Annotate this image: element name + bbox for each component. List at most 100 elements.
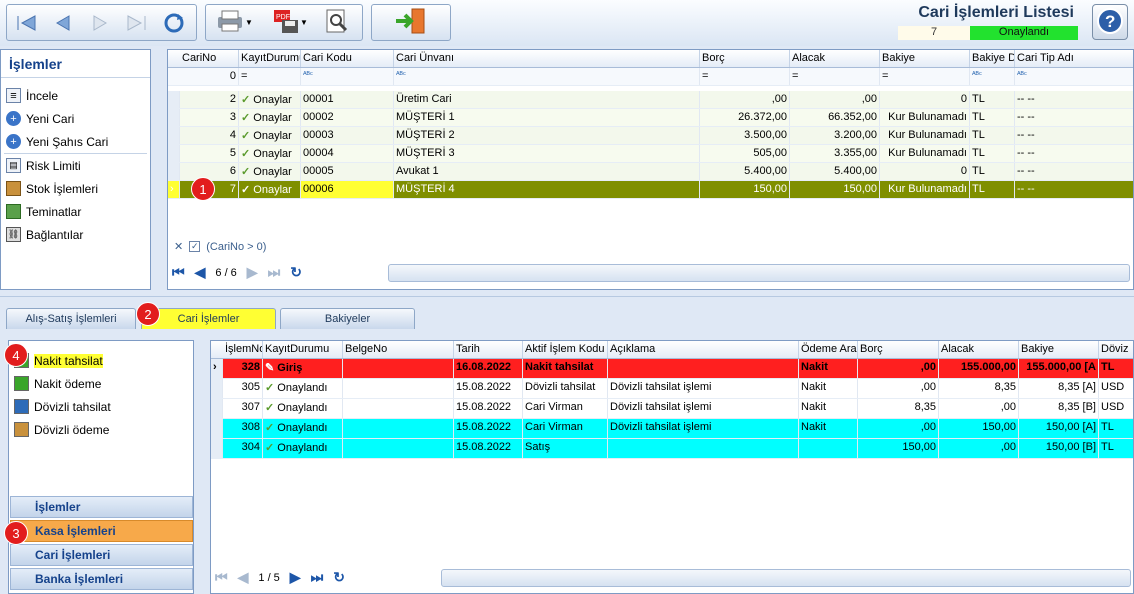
row-indicator[interactable] [211, 379, 223, 398]
filter-bakiye[interactable]: = [880, 68, 970, 85]
filter-row[interactable]: 0 = ᴬᴮᶜ ᴬᴮᶜ = = = ᴬᴮᶜ ᴬᴮᶜ [168, 68, 1133, 86]
menu-item-yeni-sahis-cari[interactable]: + Yeni Şahıs Cari [1, 130, 150, 153]
close-icon[interactable]: ✕ [174, 240, 183, 253]
horizontal-scrollbar[interactable] [388, 264, 1130, 282]
pdf-save-button[interactable]: PDF ▼ [262, 5, 318, 40]
tab-bakiyeler[interactable]: Bakiyeler [280, 308, 415, 329]
row-indicator[interactable]: › [168, 181, 180, 198]
col-header-kayitdurumu[interactable]: KayıtDurumu [263, 341, 343, 358]
section-3[interactable]: Banka İşlemleri [10, 568, 193, 590]
table-row[interactable]: 5 ✓ Onaylar 00004 MÜŞTERİ 3 505,00 3.355,00 Ku… [168, 145, 1133, 163]
filter-abc-icon[interactable]: ᴬᴮᶜ [970, 68, 1015, 85]
table-row[interactable]: › 328 ✎ Giriş 16.08.2022 Nakit tahsilat Nakit… [211, 359, 1133, 379]
col-header-tarih[interactable]: Tarih [454, 341, 523, 358]
table-row[interactable]: 4 ✓ Onaylar 00003 MÜŞTERİ 2 3.500,00 3.200,00… [168, 127, 1133, 145]
row-indicator[interactable] [211, 439, 223, 458]
col-header-borc[interactable]: Borç [700, 50, 790, 67]
filter-abc-icon[interactable]: ᴬᴮᶜ [301, 68, 394, 85]
tab-cari-islemler[interactable]: Cari İşlemler [141, 308, 276, 329]
cell-tarih: 15.08.2022 [454, 439, 523, 458]
filter-carino[interactable]: 0 [180, 68, 239, 85]
row-indicator[interactable] [168, 91, 180, 108]
col-header-aciklama[interactable]: Açıklama [608, 341, 799, 358]
table-row[interactable]: › 7 ✓ Onaylar 00006 MÜŞTERİ 4 150,00 150,00 Kur… [168, 181, 1133, 199]
cell-alacak: 3.200,00 [790, 127, 880, 144]
exit-button[interactable] [371, 4, 451, 41]
row-indicator[interactable] [168, 163, 180, 180]
next-page-button[interactable]: ▶ [290, 569, 301, 586]
col-header-alacak[interactable]: Alacak [790, 50, 880, 67]
print-button[interactable]: ▼ [206, 5, 262, 40]
col-header-belgeno[interactable]: BelgeNo [343, 341, 454, 358]
col-header-aktif-islem-kodu[interactable]: Aktif İşlem Kodu [523, 341, 608, 358]
col-header-bakiye-doviz[interactable]: Bakiye D [970, 50, 1015, 67]
first-page-button[interactable]: ⏮ [172, 264, 185, 281]
action-fx-out[interactable]: Dövizli ödeme [9, 418, 193, 441]
next-record-button[interactable] [81, 5, 118, 40]
row-indicator[interactable] [211, 399, 223, 418]
filter-abc-icon[interactable]: ᴬᴮᶜ [394, 68, 700, 85]
prev-page-button[interactable]: ◀ [238, 569, 249, 586]
col-header-bakiye[interactable]: Bakiye [880, 50, 970, 67]
last-page-button[interactable]: ⏭ [268, 264, 281, 281]
last-page-button[interactable]: ⏭ [311, 569, 324, 586]
filter-alacak[interactable]: = [790, 68, 880, 85]
refresh-page-icon[interactable]: ↻ [290, 264, 302, 281]
table-row[interactable]: 307 ✓ Onaylandı 15.08.2022 Cari Virman Döviz… [211, 399, 1133, 419]
search-doc-button[interactable] [318, 5, 355, 40]
col-header-bakiye[interactable]: Bakiye [1019, 341, 1099, 358]
filter-abc-icon[interactable]: ᴬᴮᶜ [1015, 68, 1133, 85]
row-indicator[interactable]: › [211, 359, 223, 378]
menu-item-incele[interactable]: ≡ İncele [1, 84, 150, 107]
cell-name: MÜŞTERİ 3 [394, 145, 700, 162]
tab-alis-satis[interactable]: Alış-Satış İşlemleri [6, 308, 136, 329]
last-record-button[interactable] [118, 5, 155, 40]
col-header-cari-kodu[interactable]: Cari Kodu [301, 50, 394, 67]
row-indicator[interactable] [168, 145, 180, 162]
row-indicator[interactable] [168, 109, 180, 126]
col-header-cari-tip[interactable]: Cari Tip Adı [1015, 50, 1133, 67]
cell-kod: Cari Virman [523, 399, 608, 418]
menu-item-yeni-cari[interactable]: + Yeni Cari [1, 107, 150, 130]
col-header-borc[interactable]: Borç [858, 341, 939, 358]
table-row[interactable]: 305 ✓ Onaylandı 15.08.2022 Dövizli tahsilat… [211, 379, 1133, 399]
help-button[interactable]: ? [1092, 4, 1128, 40]
section-0[interactable]: İşlemler [10, 496, 193, 518]
section-1[interactable]: Kasa İşlemleri [10, 520, 193, 542]
col-header-odeme-araci[interactable]: Ödeme Aracı [799, 341, 858, 358]
filter-borc[interactable]: = [700, 68, 790, 85]
filter-checkbox[interactable]: ✓ [189, 241, 201, 252]
table-row[interactable]: 308 ✓ Onaylandı 15.08.2022 Cari Virman Döviz… [211, 419, 1133, 439]
cell-name: MÜŞTERİ 1 [394, 109, 700, 126]
filter-kayit[interactable]: = [239, 68, 301, 85]
section-2[interactable]: Cari İşlemleri [10, 544, 193, 566]
action-cash-out[interactable]: Nakit ödeme [9, 372, 193, 395]
prev-record-button[interactable] [44, 5, 81, 40]
table-row[interactable]: 3 ✓ Onaylar 00002 MÜŞTERİ 1 26.372,00 66.352,… [168, 109, 1133, 127]
row-indicator[interactable] [211, 419, 223, 438]
table-row[interactable]: 2 ✓ Onaylar 00001 Üretim Cari ,00,00 0 TL -- -- [168, 91, 1133, 109]
col-header-cari-unvani[interactable]: Cari Ünvanı [394, 50, 700, 67]
col-header-alacak[interactable]: Alacak [939, 341, 1019, 358]
col-header-kayitdurumu[interactable]: KayıtDurumu [239, 50, 301, 67]
col-header-doviz[interactable]: Döviz [1099, 341, 1129, 358]
menu-item-teminatlar[interactable]: Teminatlar [1, 200, 150, 223]
menu-item-risk-limiti[interactable]: ▤ Risk Limiti [1, 154, 150, 177]
first-page-button[interactable]: ⏮ [215, 569, 228, 586]
action-fx-in[interactable]: Dövizli tahsilat [9, 395, 193, 418]
menu-item-baglantilar[interactable]: ⛓ Bağlantılar [1, 223, 150, 246]
col-header-islemno[interactable]: İşlemNo [223, 341, 263, 358]
table-row[interactable]: 6 ✓ Onaylar 00005 Avukat 1 5.400,00 5.400,00 0… [168, 163, 1133, 181]
menu-item-stok-islemleri[interactable]: Stok İşlemleri [1, 177, 150, 200]
col-header-carino[interactable]: CariNo [180, 50, 239, 67]
refresh-page-icon[interactable]: ↻ [333, 569, 345, 586]
horizontal-scrollbar[interactable] [441, 569, 1131, 587]
row-indicator[interactable] [168, 127, 180, 144]
table-row[interactable]: 304 ✓ Onaylandı 15.08.2022 Satış 150,00,00 15… [211, 439, 1133, 459]
next-page-button[interactable]: ▶ [247, 264, 258, 281]
check-icon: ✓ [241, 130, 254, 142]
prev-page-button[interactable]: ◀ [195, 264, 206, 281]
first-record-button[interactable] [7, 5, 44, 40]
action-cash-in[interactable]: Nakit tahsilat [9, 349, 193, 372]
refresh-button[interactable] [155, 5, 192, 40]
